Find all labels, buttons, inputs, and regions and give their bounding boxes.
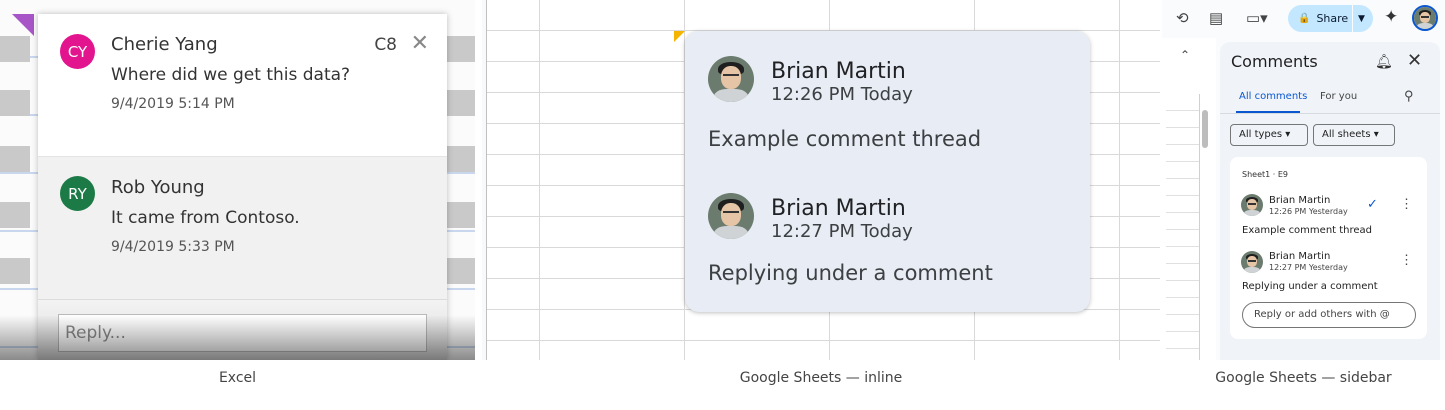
resolve-check-icon[interactable]: ✓ [1367,196,1378,212]
avatar [708,56,754,102]
toolbar: ⟲ ▤ ▭▾ 🔒 Share ▼ ✦ [1162,0,1445,38]
comment-author: Brian Martin [771,59,906,84]
excel-comment-card: CY Cherie Yang Where did we get this dat… [38,14,447,360]
history-icon[interactable]: ⟲ [1176,9,1189,27]
meet-icon[interactable]: ▭▾ [1246,9,1268,27]
close-icon[interactable]: ✕ [1407,50,1422,71]
comment-timestamp: 9/4/2019 5:14 PM [111,96,235,112]
account-avatar[interactable] [1412,5,1438,31]
comment-thread: CY Cherie Yang Where did we get this dat… [38,14,447,157]
comment-time: 12:26 PM Yesterday [1269,207,1348,216]
sheet-edge: ⌃ [1162,38,1216,360]
comment-author: Cherie Yang [111,34,218,55]
filter-types[interactable]: All types ▾ [1230,124,1308,146]
scrollbar[interactable] [1202,110,1208,148]
comment-text: It came from Contoso. [111,208,300,228]
inline-comment-bubble: Brian Martin 12:26 PM Today Example comm… [685,31,1090,312]
tab-for-you[interactable]: For you [1320,91,1357,102]
comment-indicator [674,31,685,42]
comment-author: Brian Martin [1269,195,1331,206]
row-header [482,0,487,360]
comment-text: Replying under a comment [708,261,993,285]
more-vert-icon[interactable]: ⋮ [1400,196,1413,212]
share-label: Share [1316,12,1349,25]
comment-text: Replying under a comment [1242,281,1378,292]
comment-author: Rob Young [111,177,205,198]
sidebar-title: Comments [1231,52,1318,71]
comment-time: 12:27 PM Yesterday [1269,263,1348,272]
inline-caption: Google Sheets — inline [739,370,903,386]
avatar [708,193,754,239]
comment-timestamp: 9/4/2019 5:33 PM [111,239,235,255]
search-icon[interactable]: ⚲ [1404,88,1414,104]
comments-sidebar: Comments 🔔︎ ✕ All comments For you ⚲ All… [1220,42,1440,360]
reply-input[interactable]: Reply... [58,314,427,352]
tab-all-comments[interactable]: All comments [1239,91,1307,102]
excel-panel: CY Cherie Yang Where did we get this dat… [0,0,475,360]
comment-author: Brian Martin [771,196,906,221]
filter-sheets[interactable]: All sheets ▾ [1313,124,1395,146]
cells-right [447,0,475,360]
reply-input[interactable]: Reply or add others with @ [1242,302,1416,328]
reply-area: Reply... [38,300,447,360]
comment-time: 12:26 PM Today [771,84,913,105]
sheet-reference: Sheet1 · E9 [1242,170,1288,179]
avatar [1241,251,1263,273]
sheets-sidebar-panel: ⟲ ▤ ▭▾ 🔒 Share ▼ ✦ ⌃ Comments 🔔︎ ✕ All c… [1162,0,1445,360]
lock-icon: 🔒 [1298,13,1311,24]
comment-author: Brian Martin [1269,251,1331,262]
avatar [1241,194,1263,216]
close-icon[interactable]: ✕ [411,30,429,56]
avatar: RY [60,176,95,211]
comments-icon[interactable]: ▤ [1209,9,1223,27]
divider [1220,113,1440,114]
comment-card[interactable]: Sheet1 · E9 Brian Martin 12:26 PM Yester… [1230,157,1427,339]
gemini-icon[interactable]: ✦ [1384,7,1398,27]
excel-caption: Excel [218,370,257,386]
cells-left [0,0,38,360]
comment-text: Example comment thread [708,127,982,151]
sidebar-caption: Google Sheets — sidebar [1215,370,1392,386]
chevron-down-icon[interactable]: ▼ [1358,14,1365,24]
comment-text: Where did we get this data? [111,65,351,85]
comment-indicator [12,14,34,36]
more-vert-icon[interactable]: ⋮ [1400,252,1413,268]
comment-text: Example comment thread [1242,225,1373,236]
bell-icon[interactable]: 🔔︎ [1375,53,1393,70]
avatar: CY [60,34,95,69]
comment-time: 12:27 PM Today [771,221,913,242]
comment-reply: RY Rob Young It came from Contoso. 9/4/2… [38,157,447,300]
cell-reference: C8 [374,35,397,55]
share-button[interactable]: 🔒 Share ▼ [1288,5,1373,32]
sheets-inline-panel: Brian Martin 12:26 PM Today Example comm… [482,0,1160,360]
chevron-up-icon[interactable]: ⌃ [1180,48,1190,62]
